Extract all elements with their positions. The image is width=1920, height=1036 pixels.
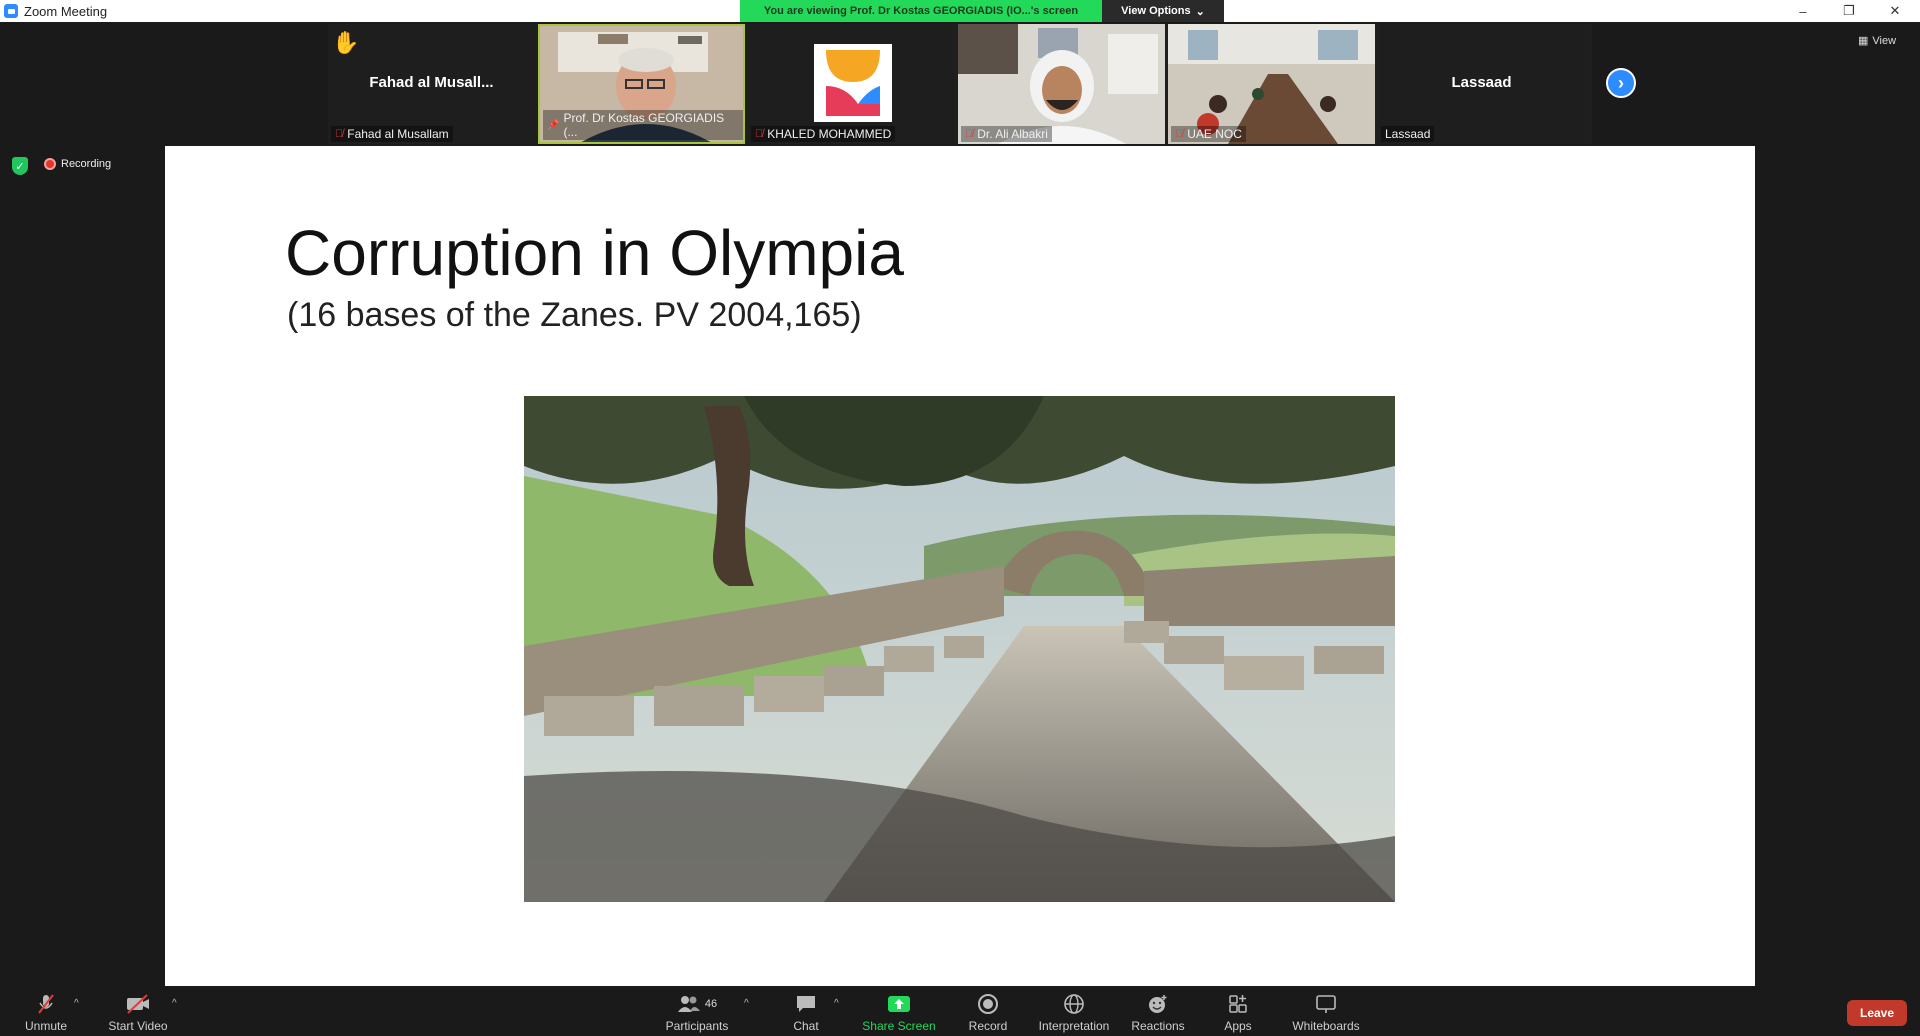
restore-button[interactable]: ❐ [1826,0,1872,22]
participant-name-tag: 🎙̸ UAE NOC [1171,126,1246,142]
participant-tile-lassaad[interactable]: Lassaad Lassaad [1378,24,1585,144]
raised-hand-icon: ✋ [332,30,360,55]
participant-name: Lassaad [1385,127,1431,141]
mic-muted-icon: 🎙̸ [1175,128,1184,140]
participants-button[interactable]: 46 Participants [662,986,732,1036]
participant-name-tag: Lassaad [1381,126,1435,142]
minimize-button[interactable]: – [1780,0,1826,22]
grid-icon: ▦ [1858,35,1869,47]
participants-icon: 46 [677,993,717,1015]
globe-icon [1063,993,1085,1015]
emoji-icon [1147,993,1169,1015]
view-options-label: View Options [1121,5,1191,17]
unmute-button[interactable]: Unmute [20,986,72,1036]
slide-subtitle: (16 bases of the Zanes. PV 2004,165) [287,296,862,334]
mic-muted-icon: 🎙̸ [965,128,974,140]
participant-name-tag: 🎙̸ Dr. Ali Albakri [961,126,1052,142]
participant-tile-khaled[interactable]: 🎙̸ KHALED MOHAMMED [748,24,955,144]
shared-screen-slide: Corruption in Olympia (16 bases of the Z… [165,146,1755,986]
participant-tile-albakri[interactable]: 🎙̸ Dr. Ali Albakri [958,24,1165,144]
close-button[interactable]: ✕ [1872,0,1918,22]
share-screen-icon [887,993,911,1015]
meeting-toolbar: Unmute ^ Start Video ^ 46 Participants ^… [0,986,1920,1036]
mic-muted-icon: 🎙̸ [335,128,344,140]
participant-name: UAE NOC [1187,127,1242,141]
participant-gallery-strip: Fahad al Musall... 🎙̸ Fahad al Musallam … [328,24,1592,144]
chat-button[interactable]: Chat [780,986,832,1036]
apps-icon [1227,993,1249,1015]
next-page-button[interactable]: › [1606,68,1636,98]
participant-name-tag: 🎙̸ Fahad al Musallam [331,126,453,142]
view-button-label: View [1872,34,1897,47]
security-shield-icon[interactable]: ✓ [12,157,28,175]
record-icon [977,993,999,1015]
window-title: Zoom Meeting [24,3,108,19]
participant-name-tag: 🎙̸ KHALED MOHAMMED [751,126,896,142]
reactions-button[interactable]: Reactions [1130,986,1186,1036]
apps-button[interactable]: Apps [1214,986,1262,1036]
participant-tile-georgiadis[interactable]: 📌 Prof. Dr Kostas GEORGIADIS (... [538,24,745,144]
chevron-down-icon: ⌄ [1195,5,1205,18]
view-options-button[interactable]: View Options ⌄ [1102,0,1224,22]
whiteboards-label: Whiteboards [1292,1019,1360,1033]
start-video-button[interactable]: Start Video [104,986,172,1036]
participant-display-name: Fahad al Musall... [369,74,494,91]
viewing-screen-banner: You are viewing Prof. Dr Kostas GEORGIAD… [740,0,1102,22]
participant-name: KHALED MOHAMMED [767,127,892,141]
view-button[interactable]: ▦ View [1858,34,1897,48]
participants-options-caret[interactable]: ^ [744,998,749,1009]
whiteboard-icon [1315,993,1337,1015]
mic-muted-icon [36,993,56,1015]
participants-count: 46 [704,998,718,1010]
chat-options-caret[interactable]: ^ [834,998,839,1009]
recording-dot-icon [44,158,56,170]
record-label: Record [968,1019,1008,1033]
participant-tile-uae-noc[interactable]: 🎙̸ UAE NOC [1168,24,1375,144]
apps-label: Apps [1224,1019,1252,1033]
whiteboards-button[interactable]: Whiteboards [1288,986,1364,1036]
zoom-app-icon [4,4,18,18]
share-screen-button[interactable]: Share Screen [862,986,936,1036]
recording-indicator[interactable]: Recording [44,158,111,170]
slide-title: Corruption in Olympia [285,217,904,289]
share-screen-label: Share Screen [862,1019,936,1033]
participant-name: Dr. Ali Albakri [977,127,1048,141]
start-video-label: Start Video [108,1019,168,1033]
record-button[interactable]: Record [962,986,1014,1036]
video-off-icon [125,993,151,1015]
interpretation-button[interactable]: Interpretation [1034,986,1114,1036]
slide-photo-olympia [524,396,1395,902]
interpretation-label: Interpretation [1038,1019,1110,1033]
mic-muted-icon: 🎙̸ [755,128,764,140]
chat-label: Chat [793,1019,819,1033]
participant-display-name: Lassaad [1451,74,1512,91]
pin-icon: 📌 [547,119,560,131]
participant-name: Prof. Dr Kostas GEORGIADIS (... [563,111,725,139]
participants-label: Participants [665,1019,729,1033]
participant-name-tag: 📌 Prof. Dr Kostas GEORGIADIS (... [543,110,743,140]
unmute-label: Unmute [24,1019,68,1033]
video-options-caret[interactable]: ^ [172,998,177,1009]
chat-icon [795,993,817,1015]
reactions-label: Reactions [1131,1019,1185,1033]
audio-options-caret[interactable]: ^ [74,998,79,1009]
participant-name: Fahad al Musallam [347,127,449,141]
recording-label: Recording [61,158,112,170]
leave-button[interactable]: Leave [1847,1000,1907,1026]
